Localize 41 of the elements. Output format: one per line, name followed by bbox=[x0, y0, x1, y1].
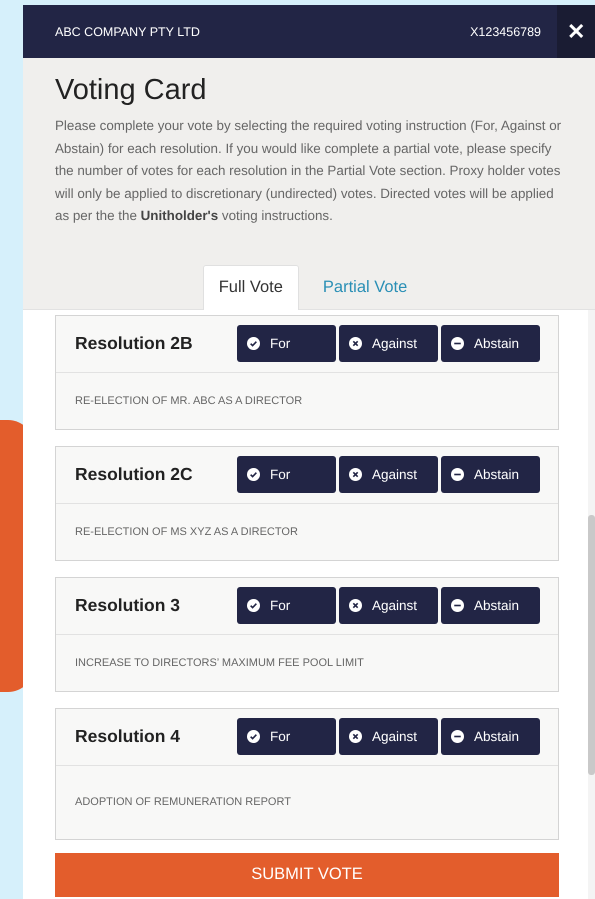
check-circle-icon bbox=[247, 468, 260, 481]
resolution-title: Resolution 3 bbox=[75, 595, 182, 616]
resolution-description: ADOPTION OF REMUNERATION REPORT bbox=[75, 796, 291, 808]
abstain-button[interactable]: Abstain bbox=[441, 718, 540, 755]
x-circle-icon bbox=[349, 468, 362, 481]
scrollbar[interactable] bbox=[588, 310, 595, 899]
check-circle-icon bbox=[247, 599, 260, 612]
instructions-text: Please complete your vote by selecting the required voting instruction (For, Against or Abstain) for each resolution. If you would like complete a partial vote, please specify the number of votes for each resolution in the Partial Vote section. Proxy holder votes will only be applied to discretionary (undirected) votes. Directed votes will be applied as per the the Unitholder's voting instructions. bbox=[55, 117, 562, 225]
company-name: ABC COMPANY PTY LTD bbox=[55, 24, 201, 38]
against-button[interactable]: Against bbox=[339, 325, 438, 362]
abstain-button[interactable]: Abstain bbox=[441, 587, 540, 624]
scrollbar-thumb[interactable] bbox=[588, 514, 595, 774]
minus-circle-icon bbox=[451, 468, 464, 481]
resolution-description: INCREASE TO DIRECTORS’ MAXIMUM FEE POOL LIMIT bbox=[75, 656, 364, 668]
abstain-button[interactable]: Abstain bbox=[441, 325, 540, 362]
account-number: X123456789 bbox=[470, 24, 541, 38]
minus-circle-icon bbox=[451, 599, 464, 612]
against-button[interactable]: Against bbox=[339, 587, 438, 624]
tab[interactable]: Full Vote bbox=[202, 264, 299, 310]
resolution-description: RE-ELECTION OF MR. ABC AS A DIRECTOR bbox=[75, 394, 302, 406]
for-button[interactable]: For bbox=[237, 718, 336, 755]
page-title: Voting Card bbox=[55, 74, 208, 107]
resolution-title: Resolution 2B bbox=[75, 333, 194, 354]
resolution-title: Resolution 2C bbox=[75, 464, 194, 485]
x-circle-icon bbox=[349, 599, 362, 612]
abstain-button[interactable]: Abstain bbox=[441, 456, 540, 493]
against-button[interactable]: Against bbox=[339, 456, 438, 493]
minus-circle-icon bbox=[451, 337, 464, 350]
close-button[interactable]: ✕ bbox=[557, 5, 595, 58]
submit-vote-button[interactable]: SUBMIT VOTE bbox=[55, 852, 559, 896]
against-button[interactable]: Against bbox=[339, 718, 438, 755]
minus-circle-icon bbox=[451, 730, 464, 743]
for-button[interactable]: For bbox=[237, 456, 336, 493]
check-circle-icon bbox=[247, 730, 260, 743]
x-circle-icon bbox=[349, 730, 362, 743]
for-button[interactable]: For bbox=[237, 325, 336, 362]
x-circle-icon bbox=[349, 337, 362, 350]
for-button[interactable]: For bbox=[237, 587, 336, 624]
resolution-description: RE-ELECTION OF MS XYZ AS A DIRECTOR bbox=[75, 526, 298, 538]
check-circle-icon bbox=[247, 337, 260, 350]
resolution-title: Resolution 4 bbox=[75, 726, 182, 747]
